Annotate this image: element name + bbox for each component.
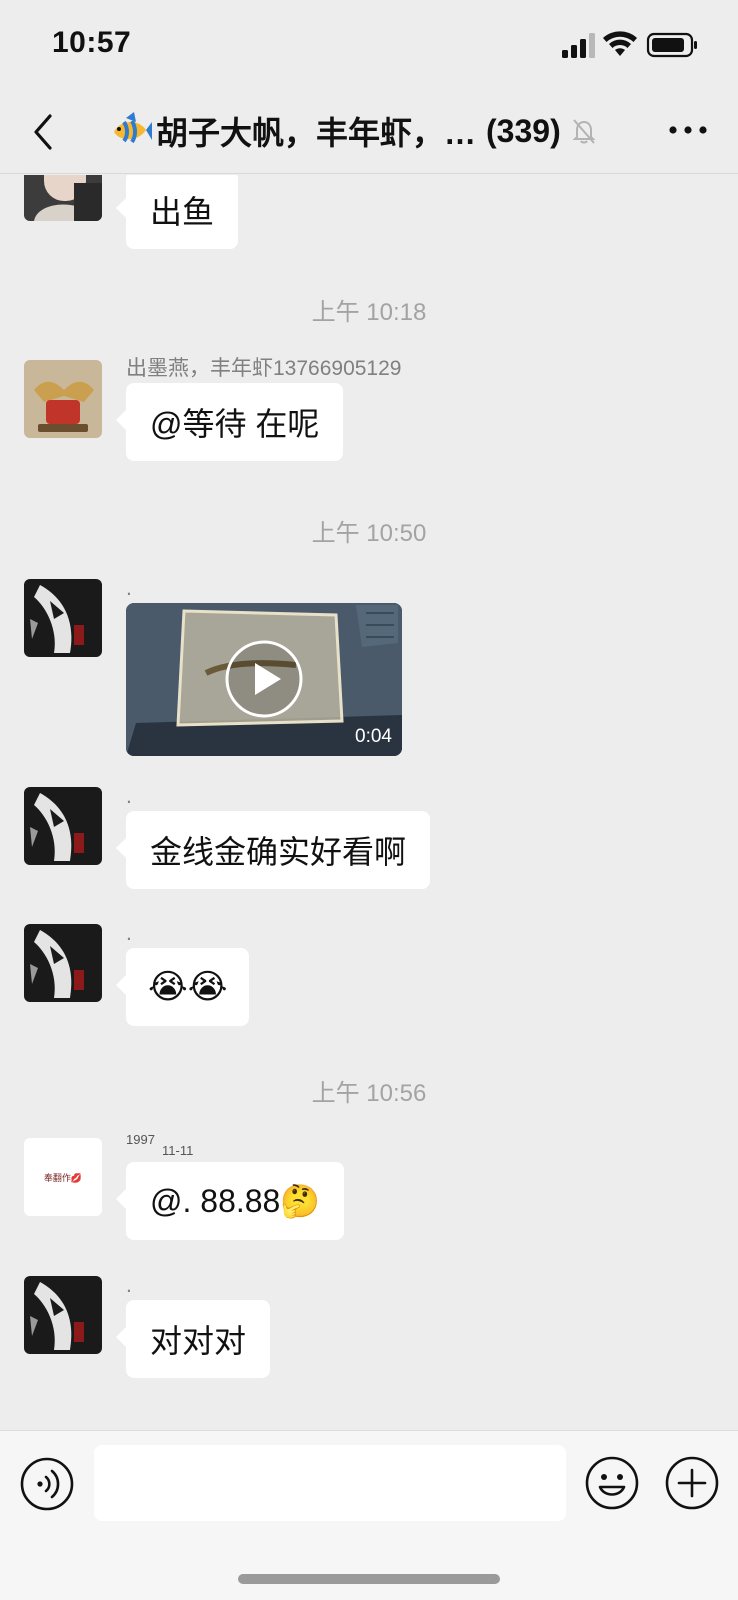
sender-name-suffix: 11-11 [162, 1143, 194, 1158]
video-message[interactable]: 0:04 [126, 603, 402, 756]
emoji-icon[interactable] [584, 1455, 640, 1511]
message-text: @. 88.88🤔 [150, 1183, 321, 1219]
plus-icon[interactable] [664, 1455, 720, 1511]
message-timestamp: 上午 10:18 [311, 299, 427, 326]
group-title[interactable]: 胡子大帆，丰年虾，… (339) [110, 108, 599, 154]
avatar-logo-text: 奉翻作💋 [43, 1174, 83, 1184]
sender-name: . [126, 1274, 132, 1297]
chat-message-list[interactable]: 出鱼 上午 10:18 出墨燕，丰年虾13766905129 @等待 在呢 上午… [0, 175, 738, 1430]
play-icon[interactable] [224, 639, 304, 719]
message-bubble[interactable]: @. 88.88🤔 [115, 1162, 345, 1240]
message-bubble[interactable]: 出鱼 [115, 175, 239, 249]
sender-name: 1997 [126, 1132, 155, 1147]
status-time: 10:57 [52, 26, 132, 59]
avatar[interactable] [24, 175, 102, 221]
message-text: 出鱼 [150, 194, 215, 230]
tropical-fish-icon [114, 112, 152, 144]
home-indicator [238, 1574, 500, 1584]
message-timestamp: 上午 10:50 [311, 520, 427, 547]
message-bubble[interactable]: 对对对 [115, 1300, 271, 1378]
message-bubble[interactable]: 金线金确实好看啊 [115, 811, 431, 889]
avatar[interactable] [24, 787, 102, 865]
member-count: (339) [486, 112, 561, 149]
status-icons [562, 30, 702, 60]
message-bubble[interactable]: @等待 在呢 [115, 383, 344, 461]
avatar[interactable] [24, 924, 102, 1002]
avatar[interactable]: 奉翻作💋 [24, 1138, 102, 1216]
battery-icon [646, 32, 697, 58]
message-text: 金线金确实好看啊 [150, 834, 407, 870]
message-text: @等待 在呢 [150, 406, 320, 442]
status-bar: 10:57 [0, 0, 738, 90]
avatar[interactable] [24, 1276, 102, 1354]
sender-name: . [126, 922, 132, 945]
bell-slash-icon [572, 119, 596, 144]
message-input[interactable] [94, 1445, 566, 1521]
avatar[interactable] [24, 579, 102, 657]
message-timestamp: 上午 10:56 [311, 1080, 427, 1107]
message-text: 对对对 [150, 1323, 247, 1359]
chat-header: 胡子大帆，丰年虾，… (339) [0, 90, 738, 174]
input-bar [0, 1430, 738, 1600]
emoji-crying-icon: 😭😭 [148, 968, 228, 1006]
avatar[interactable] [24, 360, 102, 438]
group-name: 胡子大帆，丰年虾，… [156, 115, 477, 151]
sender-name: . [126, 577, 132, 600]
chevron-left-icon[interactable] [28, 112, 58, 152]
wifi-icon [603, 31, 637, 56]
sender-name: 出墨燕，丰年虾13766905129 [126, 357, 402, 380]
more-dots-icon[interactable] [668, 118, 708, 142]
signal-icon [562, 33, 595, 58]
message-bubble[interactable]: 😭😭 [115, 948, 250, 1026]
sender-name: . [126, 785, 132, 808]
voice-icon[interactable] [20, 1457, 74, 1511]
video-duration: 0:04 [355, 726, 392, 747]
